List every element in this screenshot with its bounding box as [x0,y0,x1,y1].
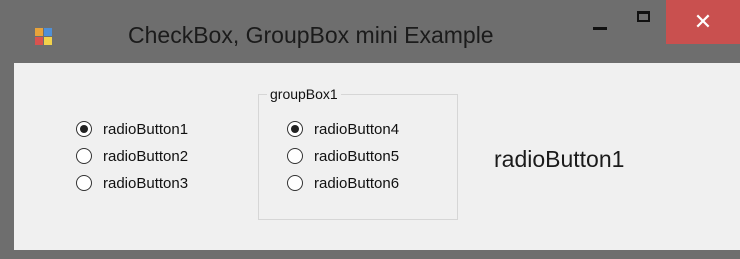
radio-indicator[interactable] [76,148,92,164]
radio-checked-dot [291,125,299,133]
radio-button-3[interactable]: radioButton3 [76,172,188,194]
minimize-button[interactable] [578,0,622,44]
radio-indicator[interactable] [287,148,303,164]
app-window: CheckBox, GroupBox mini Example ✕ radioB… [0,0,740,259]
radio-indicator[interactable] [76,121,92,137]
radio-button-6[interactable]: radioButton6 [287,172,399,194]
radio-label: radioButton5 [314,147,400,165]
radio-label: radioButton4 [314,120,400,138]
radio-checked-dot [80,125,88,133]
close-button[interactable]: ✕ [666,0,740,44]
close-icon: ✕ [693,9,713,34]
title-bar[interactable]: CheckBox, GroupBox mini Example ✕ [0,0,740,63]
maximize-icon [637,11,650,22]
window-title: CheckBox, GroupBox mini Example [128,22,494,48]
radio-label: radioButton6 [314,174,400,192]
radio-indicator[interactable] [287,121,303,137]
form-client-area: radioButton1 radioButton2 radioButton3 g… [14,63,740,250]
maximize-button[interactable] [622,0,666,44]
radio-button-2[interactable]: radioButton2 [76,145,188,167]
radio-indicator[interactable] [76,175,92,191]
window-bottom-border [0,250,740,259]
radio-button-1[interactable]: radioButton1 [76,118,188,140]
radio-button-4[interactable]: radioButton4 [287,118,399,140]
radio-button-5[interactable]: radioButton5 [287,145,399,167]
radio-label: radioButton1 [103,120,189,138]
radio-indicator[interactable] [287,175,303,191]
radio-label: radioButton2 [103,147,189,165]
group-box-title: groupBox1 [267,86,341,102]
app-icon [35,28,53,46]
radio-label: radioButton3 [103,174,189,192]
minimize-icon [593,27,607,30]
selected-radio-label: radioButton1 [494,146,625,172]
